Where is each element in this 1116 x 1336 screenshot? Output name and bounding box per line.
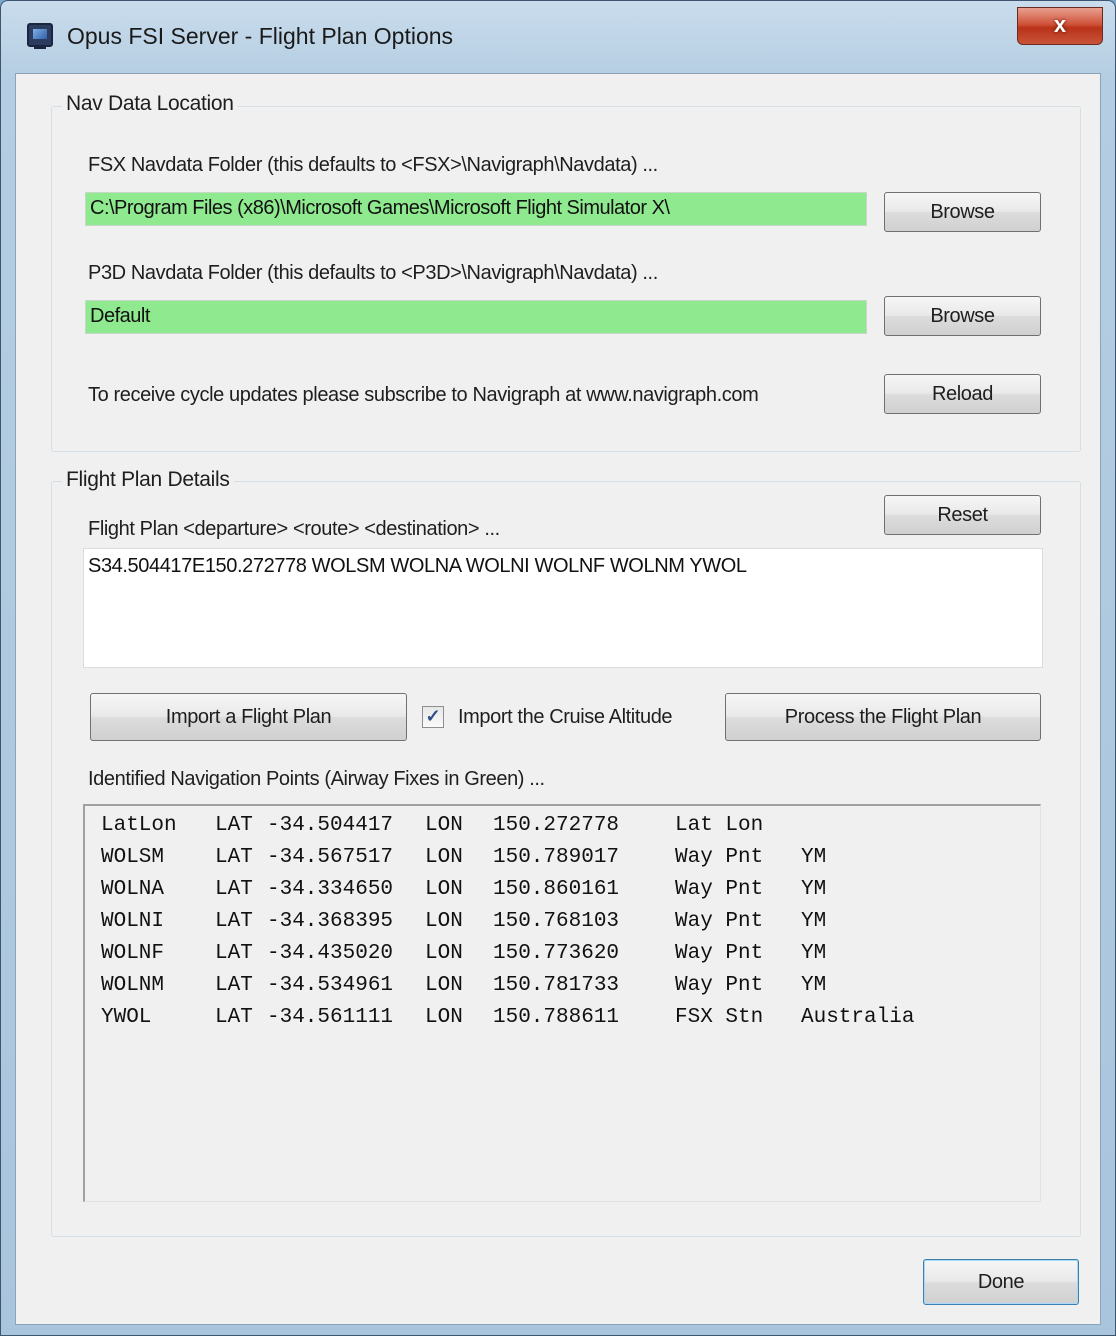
nav-point-lat-tag: LAT <box>215 878 253 901</box>
nav-point-lon: 150.788611 <box>493 1006 620 1029</box>
nav-point-region: Australia <box>801 1006 915 1029</box>
nav-point-id: WOLNM <box>101 974 165 997</box>
nav-point-lat: -34.504417 <box>267 814 394 837</box>
nav-point-lon-tag: LON <box>425 878 463 901</box>
nav-point-region: YM <box>801 846 827 869</box>
nav-point-id: WOLSM <box>101 846 165 869</box>
nav-point-lat: -34.567517 <box>267 846 394 869</box>
nav-point-type: Way Pnt <box>675 974 764 997</box>
nav-point-row[interactable]: WOLNI LAT -34.368395 LON 150.768103 Way Pnt YM <box>85 910 1025 942</box>
reload-button[interactable]: Reload <box>884 374 1041 414</box>
nav-point-type: Way Pnt <box>675 846 764 869</box>
flight-plan-options-window: Opus FSI Server - Flight Plan Options x … <box>0 0 1116 1336</box>
nav-data-group-label: Nav Data Location <box>62 92 238 116</box>
flight-plan-textarea[interactable]: S34.504417E150.272778 WOLSM WOLNA WOLNI … <box>83 548 1043 668</box>
flight-plan-label: Flight Plan <departure> <route> <destina… <box>88 518 500 540</box>
nav-point-row[interactable]: YWOL LAT -34.561111 LON 150.788611 FSX Stn Aus… <box>85 1006 1025 1038</box>
p3d-browse-button[interactable]: Browse <box>884 296 1041 336</box>
reset-button[interactable]: Reset <box>884 495 1041 535</box>
nav-points-list[interactable]: LatLon LAT -34.504417 LON 150.272778 Lat Lon W… <box>83 804 1041 1202</box>
nav-point-region: YM <box>801 942 827 965</box>
nav-point-lat: -34.368395 <box>267 910 394 933</box>
nav-point-lon: 150.781733 <box>493 974 620 997</box>
nav-point-region: YM <box>801 974 827 997</box>
close-button[interactable]: x <box>1017 7 1103 45</box>
process-flight-plan-button[interactable]: Process the Flight Plan <box>725 693 1041 741</box>
fsx-navdata-path-field[interactable]: C:\Program Files (x86)\Microsoft Games\M… <box>85 192 867 226</box>
nav-point-lat: -34.561111 <box>267 1006 394 1029</box>
nav-point-id: LatLon <box>101 814 177 837</box>
nav-point-lon-tag: LON <box>425 974 463 997</box>
flight-plan-group-label: Flight Plan Details <box>62 468 234 492</box>
nav-point-lat-tag: LAT <box>215 942 253 965</box>
nav-point-lat: -34.534961 <box>267 974 394 997</box>
nav-point-id: YWOL <box>101 1006 152 1029</box>
dialog-client-area: Nav Data Location FSX Navdata Folder (th… <box>15 73 1101 1325</box>
nav-point-region: YM <box>801 910 827 933</box>
nav-point-lon-tag: LON <box>425 846 463 869</box>
nav-point-id: WOLNF <box>101 942 165 965</box>
fsx-navdata-label: FSX Navdata Folder (this defaults to <FS… <box>88 154 658 176</box>
nav-point-lon: 150.773620 <box>493 942 620 965</box>
nav-point-row[interactable]: LatLon LAT -34.504417 LON 150.272778 Lat Lon <box>85 814 1025 846</box>
nav-point-id: WOLNI <box>101 910 165 933</box>
cruise-altitude-checkbox[interactable]: ✓ <box>422 706 444 728</box>
done-button[interactable]: Done <box>923 1259 1079 1305</box>
nav-point-type: Way Pnt <box>675 910 764 933</box>
nav-point-type: FSX Stn <box>675 1006 764 1029</box>
p3d-navdata-path-field[interactable]: Default <box>85 300 867 334</box>
nav-point-row[interactable]: WOLNA LAT -34.334650 LON 150.860161 Way Pnt YM <box>85 878 1025 910</box>
nav-point-lon: 150.789017 <box>493 846 620 869</box>
nav-point-lat-tag: LAT <box>215 910 253 933</box>
nav-point-lat-tag: LAT <box>215 846 253 869</box>
nav-point-lon-tag: LON <box>425 814 463 837</box>
window-title: Opus FSI Server - Flight Plan Options <box>67 23 454 49</box>
import-flight-plan-button[interactable]: Import a Flight Plan <box>90 693 407 741</box>
nav-point-row[interactable]: WOLNM LAT -34.534961 LON 150.781733 Way Pnt YM <box>85 974 1025 1006</box>
nav-point-lon-tag: LON <box>425 942 463 965</box>
fsx-browse-button[interactable]: Browse <box>884 192 1041 232</box>
cruise-altitude-label: Import the Cruise Altitude <box>458 706 673 728</box>
nav-point-row[interactable]: WOLNF LAT -34.435020 LON 150.773620 Way Pnt YM <box>85 942 1025 974</box>
nav-point-lat-tag: LAT <box>215 974 253 997</box>
navigraph-subscribe-text: To receive cycle updates please subscrib… <box>88 384 759 406</box>
nav-points-label: Identified Navigation Points (Airway Fix… <box>88 768 545 790</box>
p3d-navdata-label: P3D Navdata Folder (this defaults to <P3… <box>88 262 658 284</box>
nav-point-row[interactable]: WOLSM LAT -34.567517 LON 150.789017 Way Pnt YM <box>85 846 1025 878</box>
nav-point-type: Way Pnt <box>675 878 764 901</box>
nav-point-lon: 150.768103 <box>493 910 620 933</box>
nav-point-lon: 150.860161 <box>493 878 620 901</box>
nav-point-lat-tag: LAT <box>215 1006 253 1029</box>
title-bar[interactable]: Opus FSI Server - Flight Plan Options x <box>1 1 1115 75</box>
nav-point-lon-tag: LON <box>425 1006 463 1029</box>
nav-point-type: Lat Lon <box>675 814 764 837</box>
nav-point-region: YM <box>801 878 827 901</box>
nav-point-lat-tag: LAT <box>215 814 253 837</box>
nav-point-lat: -34.334650 <box>267 878 394 901</box>
app-monitor-icon <box>27 23 53 49</box>
nav-point-type: Way Pnt <box>675 942 764 965</box>
nav-point-lon: 150.272778 <box>493 814 620 837</box>
nav-point-lat: -34.435020 <box>267 942 394 965</box>
nav-point-lon-tag: LON <box>425 910 463 933</box>
checkmark-icon: ✓ <box>425 706 441 726</box>
nav-point-id: WOLNA <box>101 878 165 901</box>
